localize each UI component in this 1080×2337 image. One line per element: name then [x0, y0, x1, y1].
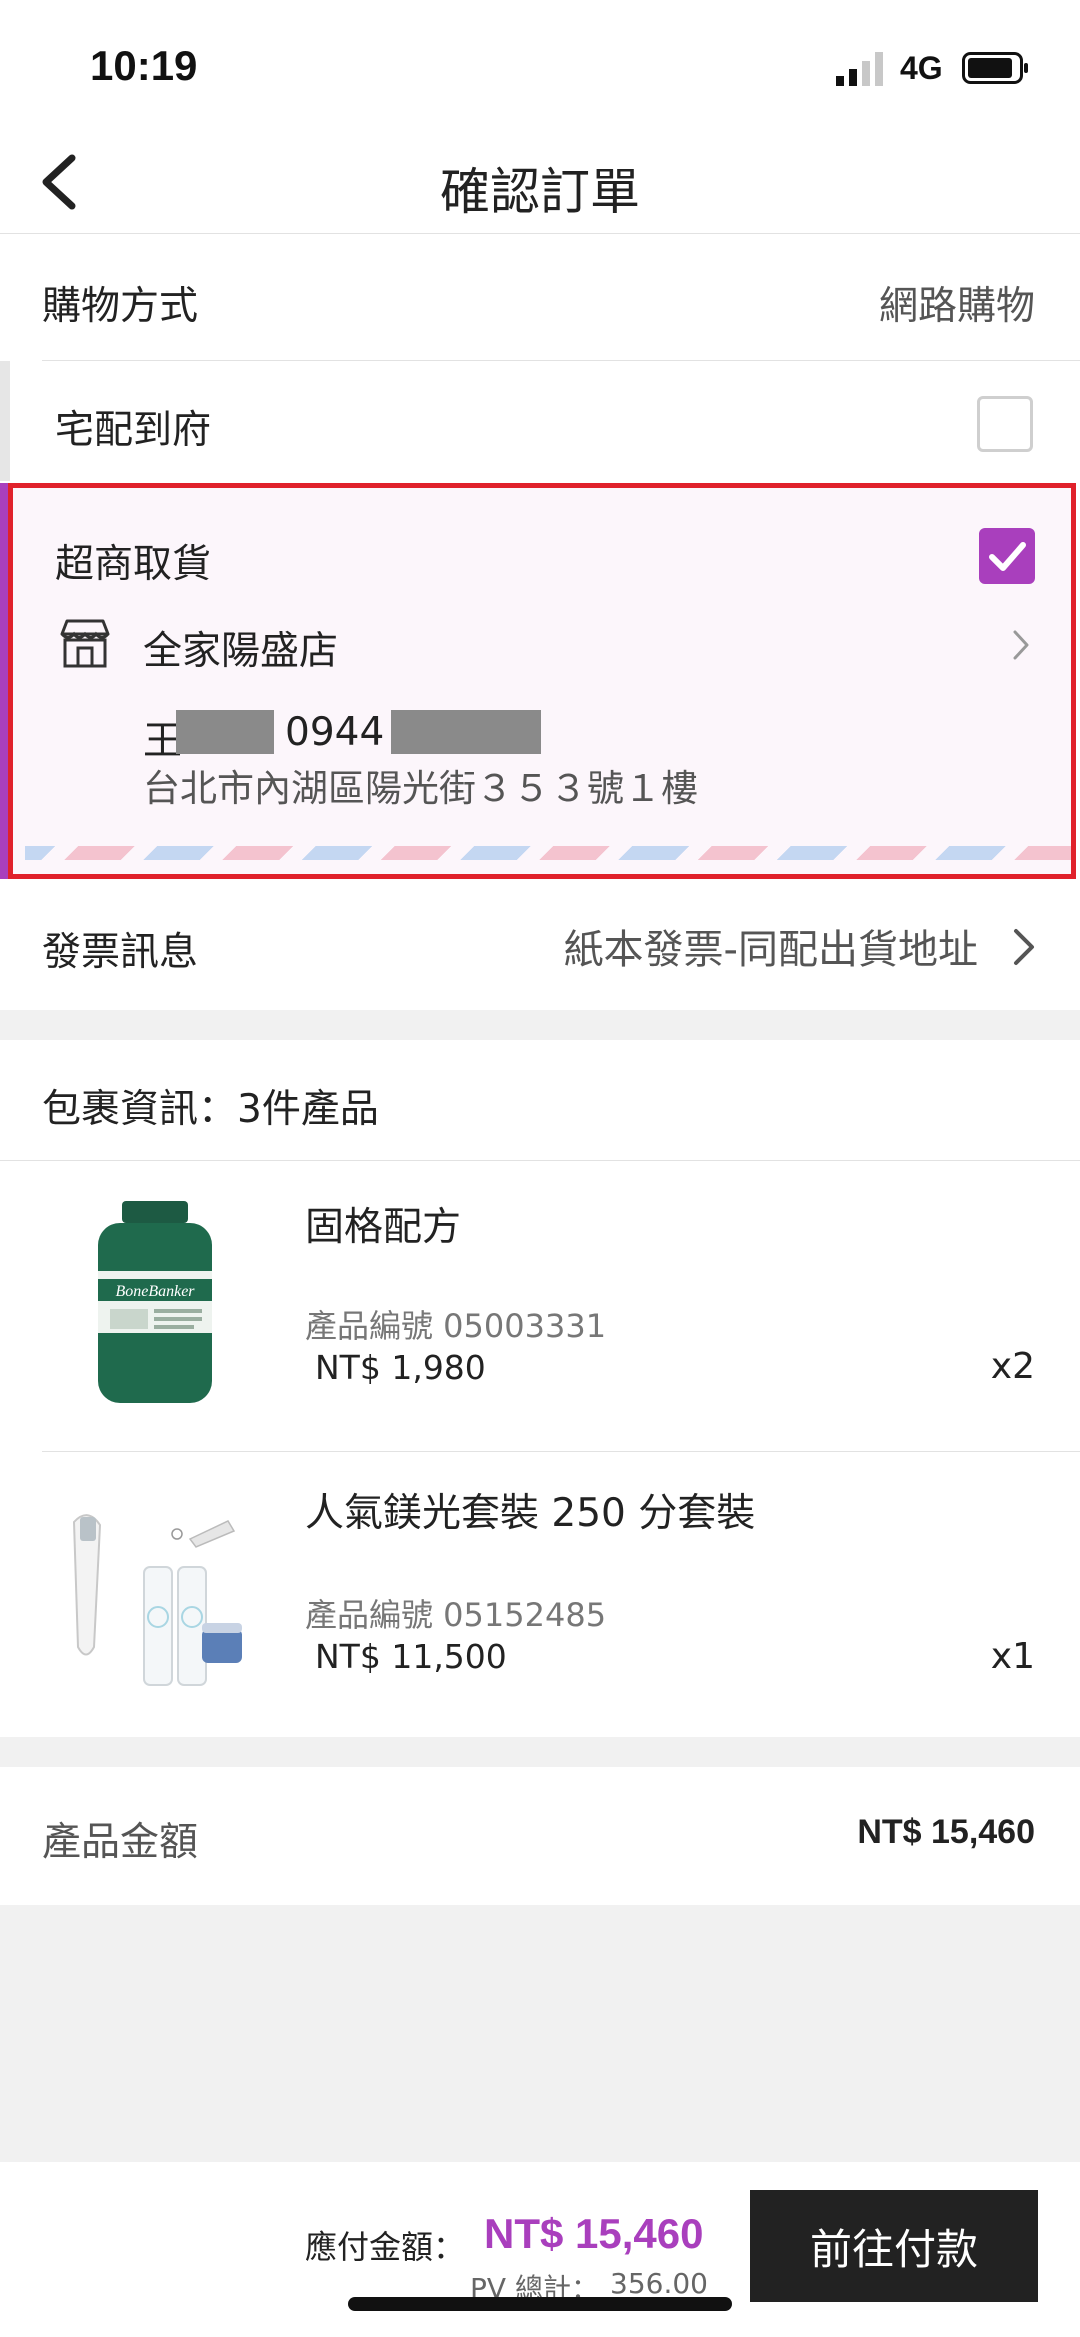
product-code: 產品編號 05152485 — [305, 1596, 607, 1634]
package-header: 包裹資訊：3件產品 — [0, 1040, 1080, 1160]
product-name: 人氣鎂光套裝 250 分套裝 — [305, 1491, 756, 1536]
product-image — [72, 1514, 242, 1686]
chevron-right-icon[interactable] — [1011, 628, 1031, 662]
chevron-right-icon[interactable] — [1012, 927, 1036, 967]
invoice-value: 紙本發票-同配出貨地址 — [563, 927, 978, 973]
selected-edge — [0, 483, 8, 879]
option-edge — [0, 361, 10, 481]
product-image: BoneBanker — [98, 1201, 212, 1403]
store-icon — [60, 619, 110, 668]
status-time: 10:19 — [90, 42, 198, 89]
home-delivery-label: 宅配到府 — [55, 408, 212, 453]
nav-bar: 確認訂單 — [0, 130, 1080, 234]
product-total-row: 產品金額 NT$ 15,460 — [0, 1767, 1080, 1905]
store-address: 台北市內湖區陽光街３５３號１樓 — [143, 767, 698, 810]
product-price: NT$ 11,500 — [315, 1637, 507, 1676]
product-total-value: NT$ 15,460 — [857, 1813, 1035, 1851]
airmail-border — [25, 846, 1071, 860]
payable-amount: NT$ 15,460 — [484, 2210, 704, 2257]
store-pickup-checkbox[interactable] — [979, 528, 1035, 584]
invoice-label: 發票訊息 — [42, 930, 199, 975]
list-item[interactable]: BoneBanker 固格配方 產品編號 05003331 NT$ 1,980 … — [0, 1161, 1080, 1451]
battery-icon — [962, 52, 1028, 84]
shopping-method-label: 購物方式 — [42, 284, 199, 329]
section-gap — [0, 1010, 1080, 1040]
svg-text:BoneBanker: BoneBanker — [115, 1283, 195, 1300]
pv-total-value: 356.00 — [610, 2267, 708, 2300]
shopping-method-row: 購物方式 網路購物 — [0, 235, 1080, 360]
shopping-method-value: 網路購物 — [878, 284, 1035, 329]
section-gap — [0, 1737, 1080, 1767]
page-background — [0, 1905, 1080, 2162]
home-delivery-option[interactable]: 宅配到府 — [0, 361, 1080, 481]
package-title: 包裹資訊：3件產品 — [42, 1087, 379, 1132]
status-bar: 10:19 4G — [0, 0, 1080, 130]
home-delivery-checkbox[interactable] — [977, 396, 1033, 452]
list-item[interactable]: 人氣鎂光套裝 250 分套裝 產品編號 05152485 NT$ 11,500 … — [0, 1452, 1080, 1737]
store-pickup-option[interactable]: 超商取貨 全家陽盛店 王 0944 台北市內湖區陽光街３５３號１樓 — [8, 483, 1076, 879]
checkmark-icon — [989, 542, 1026, 571]
product-name: 固格配方 — [305, 1205, 462, 1250]
payable-label: 應付金額： — [305, 2228, 466, 2266]
store-pickup-label: 超商取貨 — [55, 542, 212, 587]
redacted-name — [176, 710, 274, 754]
network-type: 4G — [900, 50, 943, 86]
page-title: 確認訂單 — [440, 163, 640, 221]
product-qty: x2 — [990, 1346, 1035, 1387]
product-qty: x1 — [990, 1636, 1035, 1677]
invoice-row[interactable]: 發票訊息 紙本發票-同配出貨地址 — [0, 885, 1080, 1010]
store-name[interactable]: 全家陽盛店 — [143, 620, 338, 676]
product-price: NT$ 1,980 — [315, 1348, 486, 1387]
product-code: 產品編號 05003331 — [305, 1307, 607, 1345]
home-indicator — [348, 2297, 732, 2311]
redacted-phone — [391, 710, 541, 754]
proceed-to-payment-button[interactable]: 前往付款 — [750, 2190, 1038, 2302]
product-total-label: 產品金額 — [42, 1820, 199, 1865]
recipient-phone: 0944 — [285, 710, 385, 755]
signal-icon — [836, 52, 883, 86]
